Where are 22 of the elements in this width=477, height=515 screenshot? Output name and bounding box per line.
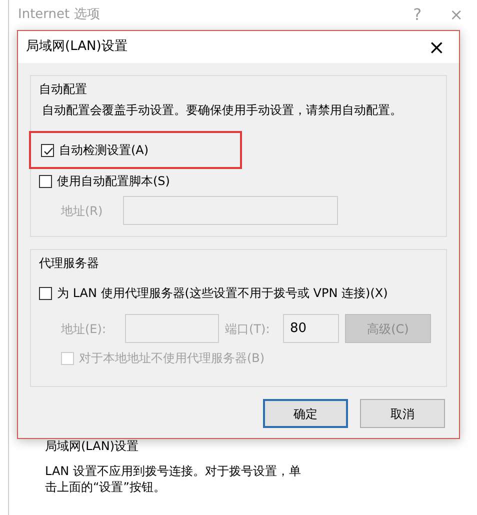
description-text: LAN 设置不应用到拨号连接。对于拨号设置，单击上面的“设置”按钮。 bbox=[45, 462, 302, 496]
checkbox[interactable] bbox=[41, 144, 54, 156]
window-title: Internet 选项 bbox=[18, 6, 100, 24]
address-field[interactable] bbox=[125, 314, 219, 343]
address-label: 地址(E): bbox=[61, 320, 107, 338]
section-title: 局域网(LAN)设置 bbox=[45, 439, 140, 455]
checkbox-label: 为 LAN 使用代理服务器(这些设置不用于拨号或 VPN 连接)(X) bbox=[57, 285, 388, 302]
description-text: 自动配置会覆盖手动设置。要确保使用手动设置，请禁用自动配置。 bbox=[41, 102, 403, 119]
dialog-title: 局域网(LAN)设置 bbox=[26, 38, 128, 56]
checkbox-label: 对于本地地址不使用代理服务器(B) bbox=[79, 350, 265, 367]
group-title: 自动配置 bbox=[39, 81, 88, 98]
checkbox-label: 使用自动配置脚本(S) bbox=[57, 173, 170, 190]
port-label: 端口(T): bbox=[224, 320, 271, 338]
checkbox[interactable] bbox=[39, 286, 52, 300]
cancel-button[interactable]: 取消 bbox=[360, 399, 445, 428]
checkbox-label: 自动检测设置(A) bbox=[59, 142, 149, 159]
checkbox[interactable] bbox=[39, 174, 52, 188]
address-field[interactable] bbox=[123, 196, 338, 225]
group-title: 代理服务器 bbox=[39, 255, 100, 272]
ok-button[interactable]: 确定 bbox=[263, 399, 348, 428]
address-label: 地址(R) bbox=[61, 202, 104, 220]
close-button[interactable]: × bbox=[424, 37, 449, 57]
